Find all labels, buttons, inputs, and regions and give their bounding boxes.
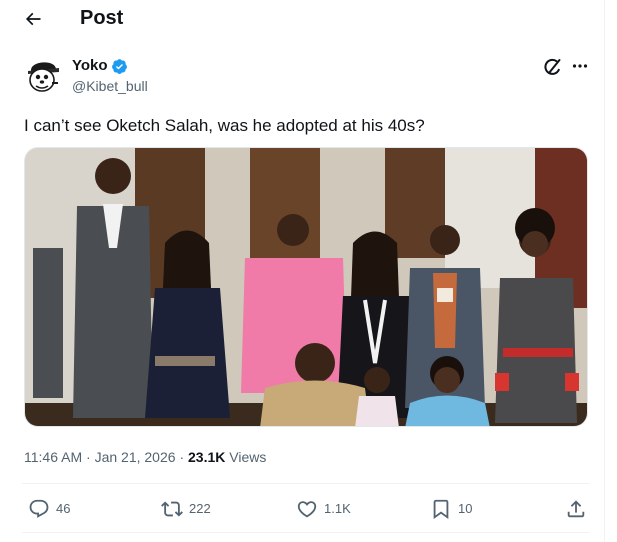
tweet-photo[interactable] (24, 147, 588, 427)
verified-badge-icon (111, 58, 128, 75)
tweet-meta: 11:46 AM · Jan 21, 2026 · 23.1K Views (24, 448, 266, 466)
author-name-row: Yoko (72, 57, 128, 75)
divider-bottom (22, 532, 590, 533)
tweet-text: I can’t see Oketch Salah, was he adopted… (24, 116, 425, 135)
reply-count: 46 (56, 501, 71, 516)
grok-icon[interactable] (543, 57, 563, 77)
avatar[interactable] (22, 54, 64, 96)
bookmark-icon (433, 499, 449, 520)
group-photo-image (25, 148, 587, 426)
more-options-icon[interactable] (571, 57, 589, 75)
repost-button[interactable]: 222 (161, 497, 211, 521)
reply-button[interactable]: 46 (28, 497, 70, 521)
share-icon (567, 500, 585, 518)
share-button[interactable] (565, 497, 587, 521)
back-button[interactable] (18, 6, 48, 32)
meta-separator-2: · (179, 449, 185, 465)
author-handle[interactable]: @Kibet_bull (72, 78, 148, 95)
tweet-time[interactable]: 11:46 AM (24, 449, 82, 465)
tweet-date[interactable]: Jan 21, 2026 (95, 449, 176, 465)
author-name[interactable]: Yoko (72, 57, 108, 75)
divider-top (22, 483, 590, 484)
cartoon-avatar-image (22, 54, 64, 96)
repost-icon (161, 501, 183, 517)
heart-icon (297, 501, 317, 518)
post-header: Post (0, 0, 604, 40)
views-count: 23.1K (188, 449, 226, 465)
bookmark-button[interactable]: 10 (430, 497, 472, 521)
bookmark-count: 10 (458, 501, 473, 516)
meta-separator: · (86, 449, 91, 465)
page-title: Post (80, 7, 124, 29)
repost-count: 222 (189, 501, 211, 516)
like-count: 1.1K (324, 501, 351, 516)
views-label: Views (229, 449, 267, 465)
arrow-left-icon (25, 12, 41, 26)
reply-icon (29, 499, 49, 518)
column-border (604, 0, 605, 542)
like-button[interactable]: 1.1K (296, 497, 351, 521)
